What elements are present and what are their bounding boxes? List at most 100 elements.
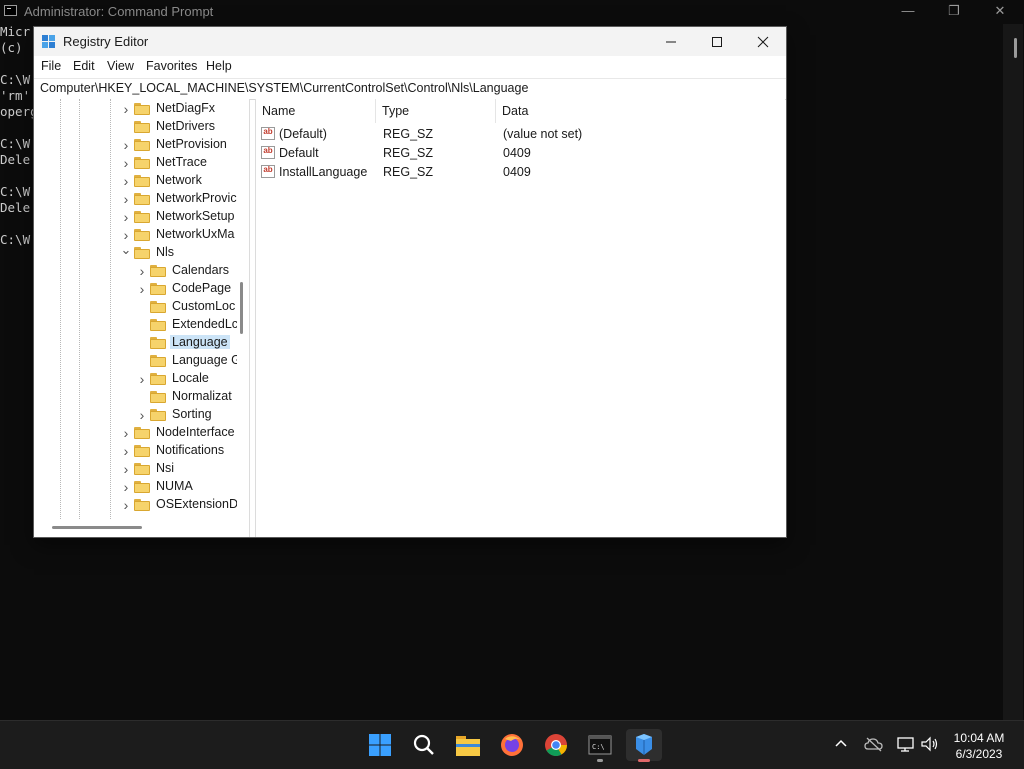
cmd-line: (c)	[0, 40, 31, 55]
chevron-down-icon[interactable]: ⌄	[120, 243, 132, 256]
values-pane[interactable]: Name Type Data ab (Default) REG_SZ (value n…	[255, 99, 785, 537]
cmd-title-bar[interactable]: Administrator: Command Prompt — ❐ ✕	[0, 0, 1024, 23]
cmd-scrollbar[interactable]	[1003, 24, 1023, 720]
terminal-button[interactable]: C:\	[582, 729, 618, 762]
onedrive-button[interactable]	[864, 735, 884, 753]
search-button[interactable]	[406, 729, 442, 761]
folder-icon	[134, 175, 150, 187]
chevron-right-icon[interactable]: ›	[120, 210, 132, 224]
network-button[interactable]	[896, 735, 916, 753]
value-name: (Default)	[279, 127, 327, 141]
firefox-icon	[501, 734, 523, 756]
regedit-icon	[636, 734, 652, 755]
chevron-right-icon[interactable]: ›	[120, 102, 132, 116]
registry-editor-window[interactable]: Registry Editor File Edit View Favorites…	[34, 27, 786, 537]
tree-guide-line	[110, 99, 111, 519]
folder-icon	[150, 391, 166, 403]
chevron-right-icon[interactable]: ›	[120, 228, 132, 242]
chevron-right-icon[interactable]: ›	[120, 462, 132, 476]
chevron-right-icon[interactable]: ›	[120, 426, 132, 440]
tree-hscroll-thumb[interactable]	[52, 526, 142, 529]
taskbar: C:\ 10:04 AM 6/3/2023	[0, 720, 1024, 769]
cmd-line: Dele	[0, 200, 31, 215]
value-data: 0409	[503, 146, 531, 160]
chevron-right-icon[interactable]: ›	[120, 444, 132, 458]
tree-guide-line	[79, 99, 80, 519]
svg-text:C:\: C:\	[592, 743, 605, 751]
menu-file[interactable]: File	[41, 59, 61, 73]
chevron-right-icon[interactable]: ›	[120, 480, 132, 494]
menu-view[interactable]: View	[107, 59, 134, 73]
column-data-label: Data	[502, 104, 529, 118]
folder-icon	[134, 247, 150, 259]
chevron-right-icon[interactable]: ›	[136, 372, 148, 386]
tree-vertical-scrollbar[interactable]	[237, 99, 249, 519]
value-type: REG_SZ	[383, 146, 434, 160]
chevron-right-icon[interactable]: ›	[120, 138, 132, 152]
column-header-data[interactable]: Data	[496, 99, 785, 123]
cmd-line	[0, 56, 38, 72]
menu-favorites[interactable]: Favorites	[146, 59, 197, 73]
folder-icon	[150, 265, 166, 277]
menu-bar: File Edit View Favorites Help	[34, 56, 786, 78]
cmd-line	[0, 216, 38, 232]
address-bar[interactable]: Computer\HKEY_LOCAL_MACHINE\SYSTEM\Curre…	[34, 78, 786, 100]
regedit-active-indicator	[638, 759, 650, 762]
cmd-restore-button[interactable]: ❐	[931, 0, 977, 23]
value-type: REG_SZ	[383, 165, 434, 179]
regedit-title-bar[interactable]: Registry Editor	[34, 27, 786, 56]
close-button[interactable]	[740, 27, 786, 56]
cmd-scrollbar-thumb[interactable]	[1014, 38, 1017, 58]
cmd-close-button[interactable]: ✕	[977, 0, 1023, 23]
chevron-right-icon[interactable]: ›	[120, 192, 132, 206]
tree-horizontal-scrollbar[interactable]	[34, 519, 249, 537]
cmd-line	[0, 168, 38, 184]
volume-button[interactable]	[920, 735, 940, 753]
chevron-right-icon[interactable]: ›	[136, 282, 148, 296]
column-header-type[interactable]: Type	[376, 99, 496, 123]
tree-node-label: Calendars	[172, 263, 229, 277]
tree-node-label: ExtendedLc	[172, 317, 239, 331]
key-tree-pane[interactable]: › NetDiagFx NetDrivers › NetProvision › NetTra…	[34, 99, 250, 537]
column-header-name[interactable]: Name	[256, 99, 376, 123]
address-path[interactable]: Computer\HKEY_LOCAL_MACHINE\SYSTEM\Curre…	[40, 81, 528, 95]
chevron-right-icon[interactable]: ›	[120, 156, 132, 170]
value-type: REG_SZ	[383, 127, 434, 141]
chevron-right-icon[interactable]: ›	[136, 408, 148, 422]
file-explorer-icon	[456, 736, 480, 756]
clock[interactable]: 10:04 AM 6/3/2023	[944, 730, 1014, 762]
search-icon	[413, 734, 434, 755]
cmd-line: operg	[0, 104, 38, 119]
chevron-right-icon[interactable]: ›	[136, 264, 148, 278]
regedit-taskbar-button[interactable]	[626, 729, 662, 762]
chevron-right-icon[interactable]: ›	[120, 498, 132, 512]
tree-node-label: Notifications	[156, 443, 225, 457]
minimize-button[interactable]	[648, 27, 694, 56]
menu-edit[interactable]: Edit	[73, 59, 95, 73]
tree-node-label: Nsi	[156, 461, 175, 475]
value-row[interactable]: ab Default REG_SZ 0409	[256, 144, 785, 163]
chrome-button[interactable]	[538, 729, 574, 761]
show-hidden-icons-button[interactable]	[833, 735, 849, 753]
file-explorer-button[interactable]	[450, 729, 486, 761]
folder-icon	[150, 319, 166, 331]
tree-scroll-thumb[interactable]	[240, 282, 243, 334]
cmd-minimize-button[interactable]: —	[885, 0, 931, 23]
chevron-right-icon[interactable]: ›	[120, 174, 132, 188]
firefox-button[interactable]	[494, 729, 530, 761]
value-row[interactable]: ab (Default) REG_SZ (value not set)	[256, 125, 785, 144]
menu-help[interactable]: Help	[206, 59, 232, 73]
value-row[interactable]: ab InstallLanguage REG_SZ 0409	[256, 163, 785, 182]
tree-guide-line	[60, 99, 61, 519]
tree-node-label: NetworkSetup	[156, 209, 235, 223]
start-button[interactable]	[362, 729, 398, 761]
value-data: (value not set)	[503, 127, 583, 141]
maximize-button[interactable]	[694, 27, 740, 56]
cmd-line: C:\W	[0, 184, 31, 199]
regedit-app-icon	[42, 35, 55, 48]
terminal-running-indicator	[597, 759, 603, 762]
tree-node-label: NetworkUxMa	[156, 227, 235, 241]
